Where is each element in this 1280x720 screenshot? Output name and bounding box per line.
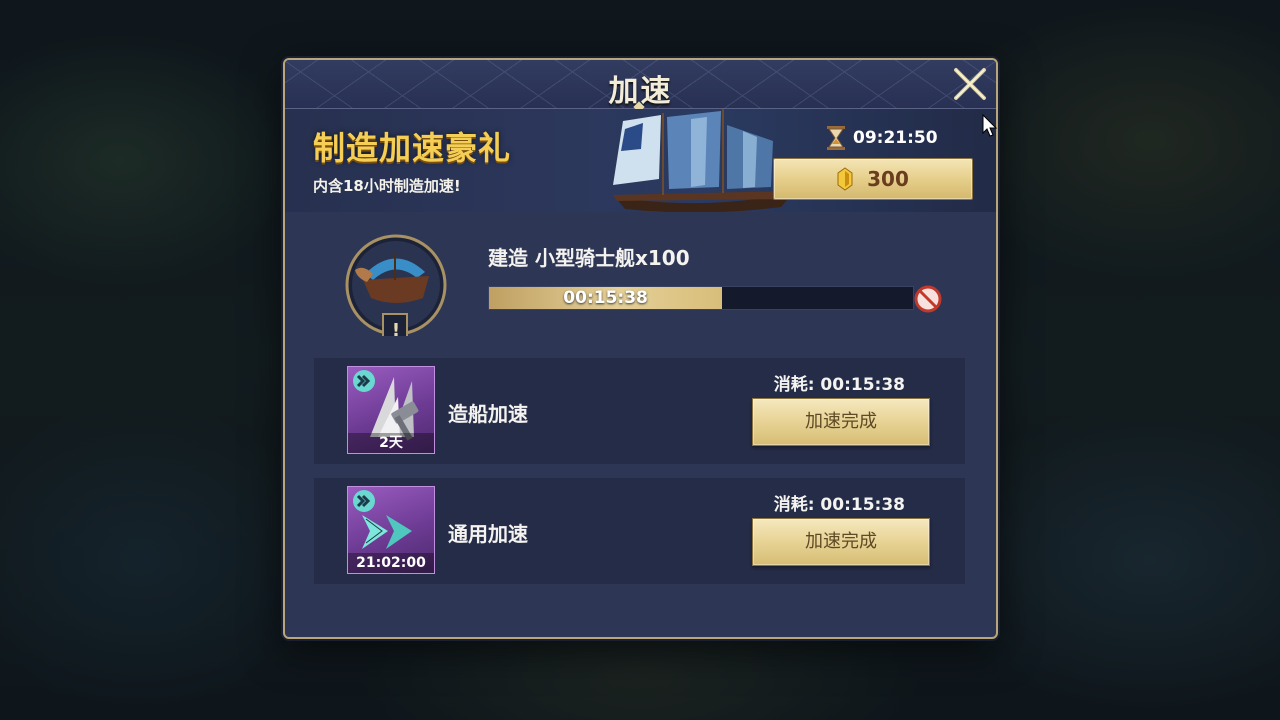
- offer-price: 300: [867, 167, 909, 191]
- speedup-cost: 消耗: 00:15:38: [773, 375, 905, 395]
- banner-title: 制造加速豪礼: [313, 129, 512, 167]
- alert-badge: !: [391, 320, 401, 341]
- dialog-titlebar: 加速: [285, 60, 996, 113]
- general-speedup-item[interactable]: 21:02:00: [347, 486, 435, 574]
- offer-timer-text: 09:21:50: [853, 128, 938, 148]
- mouse-cursor-icon: [982, 114, 998, 137]
- item-count: 2天20:07:57: [348, 433, 434, 453]
- use-shipbuilding-speedup-button[interactable]: 加速完成: [752, 398, 930, 446]
- item-count: 21:02:00: [348, 553, 434, 573]
- progress-remaining-time: 00:15:38: [563, 288, 648, 308]
- hourglass-icon: [827, 126, 845, 150]
- speedup-row-general: 21:02:00 通用加速 消耗: 00:15:38 加速完成: [314, 478, 965, 584]
- speedup-name: 造船加速: [448, 402, 528, 426]
- speedup-row-shipbuilding: 2天20:07:57 造船加速 消耗: 00:15:38 加速完成: [314, 358, 965, 464]
- build-task-label: 建造 小型骑士舰x100: [488, 246, 690, 270]
- speedup-name: 通用加速: [448, 522, 528, 546]
- banner-subtitle: 内含18小时制造加速!: [313, 177, 461, 195]
- build-progress-bar: 00:15:38: [488, 286, 914, 310]
- speedup-dialog: 加速 制造加速豪礼 内含18小时制造加速! 09:21:50 300 ! 建造 …: [283, 58, 998, 639]
- gold-coin-icon: [837, 167, 853, 191]
- cancel-build-button[interactable]: [913, 284, 943, 314]
- speedup-cost: 消耗: 00:15:38: [773, 495, 905, 515]
- promo-banner[interactable]: 制造加速豪礼 内含18小时制造加速! 09:21:50 300: [285, 109, 996, 212]
- close-icon: [954, 68, 986, 100]
- cancel-icon: [914, 285, 942, 313]
- shipbuilding-speedup-item[interactable]: 2天20:07:57: [347, 366, 435, 454]
- use-general-speedup-button[interactable]: 加速完成: [752, 518, 930, 566]
- offer-timer: 09:21:50: [825, 125, 938, 151]
- buy-offer-button[interactable]: 300: [773, 158, 973, 200]
- close-button[interactable]: [950, 64, 990, 104]
